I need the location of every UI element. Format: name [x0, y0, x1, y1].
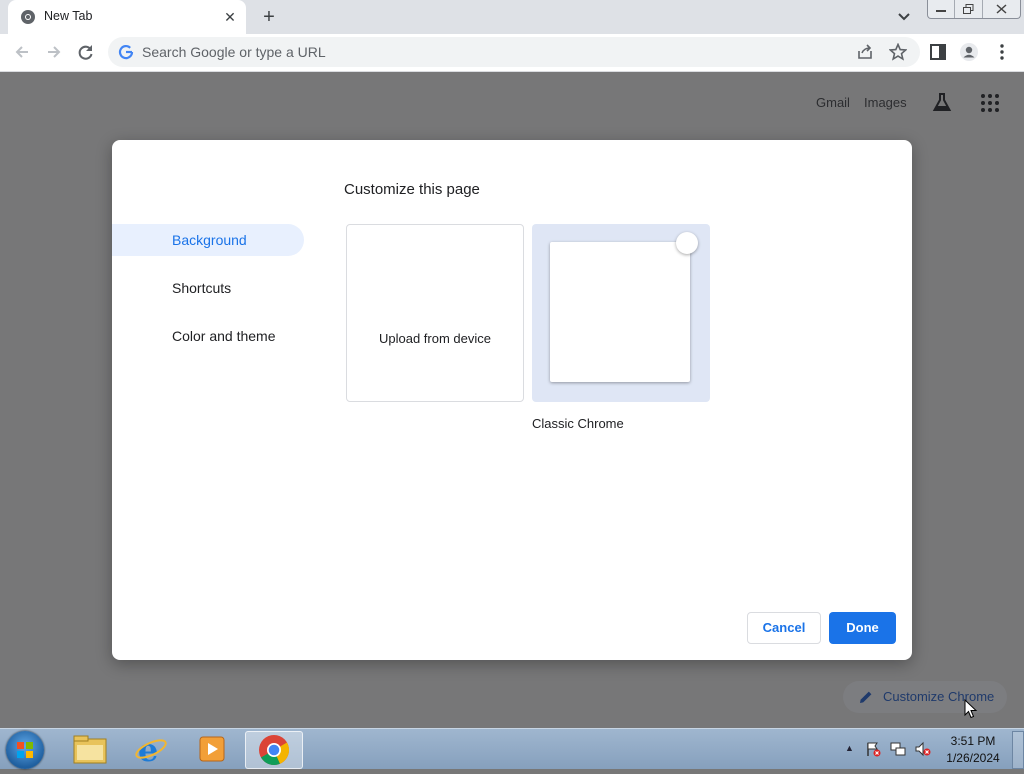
minimize-icon[interactable] [928, 0, 956, 18]
labs-flask-icon[interactable] [931, 91, 953, 113]
tab-strip: New Tab ✕ + [0, 0, 1024, 34]
classic-chrome-tile[interactable] [532, 224, 710, 402]
reload-icon[interactable] [76, 42, 96, 62]
chrome-icon [21, 10, 35, 24]
pencil-icon [860, 691, 872, 703]
nav-item-color-and-theme[interactable]: Color and theme [172, 328, 276, 344]
images-link[interactable]: Images [864, 95, 907, 110]
classic-chrome-label: Classic Chrome [532, 416, 624, 431]
plus-icon[interactable]: + [258, 6, 280, 28]
forward-icon[interactable] [44, 42, 64, 62]
mouse-cursor-icon [964, 699, 978, 719]
taskbar-internet-explorer[interactable]: e [123, 731, 179, 769]
clock-time[interactable]: 3:51 PM [940, 734, 1006, 748]
taskbar-chrome[interactable] [245, 731, 303, 769]
profile-icon[interactable] [959, 42, 979, 62]
show-desktop-button[interactable] [1012, 731, 1024, 769]
start-button[interactable] [6, 731, 44, 769]
taskbar-windows-explorer[interactable] [62, 731, 118, 767]
taskbar-media-player[interactable] [184, 731, 240, 767]
google-g-icon [118, 45, 134, 60]
selected-check-icon [676, 232, 698, 254]
side-panel-icon[interactable] [928, 42, 948, 62]
close-icon[interactable]: ✕ [222, 9, 238, 25]
chrome-icon [259, 735, 290, 766]
star-icon[interactable] [889, 43, 907, 61]
upload-from-device-tile[interactable]: Upload from device [346, 224, 524, 402]
apps-grid-icon[interactable] [980, 93, 1000, 113]
tab-title: New Tab [44, 9, 93, 23]
share-icon[interactable] [856, 43, 874, 61]
classic-chrome-preview [550, 242, 690, 382]
close-window-icon[interactable] [983, 0, 1020, 18]
done-button[interactable]: Done [829, 612, 896, 644]
nav-item-shortcuts[interactable]: Shortcuts [172, 280, 231, 296]
customize-chrome-button[interactable]: Customize Chrome [843, 681, 1007, 713]
customize-dialog: Customize this page Background Shortcuts… [112, 140, 912, 660]
nav-item-background[interactable]: Background [172, 232, 247, 248]
action-center-flag-icon[interactable] [865, 741, 881, 757]
show-hidden-icons[interactable]: ▲ [845, 743, 854, 753]
folder-icon [73, 735, 107, 764]
dialog-title: Customize this page [344, 181, 480, 198]
menu-icon[interactable] [992, 42, 1012, 62]
window-controls [927, 0, 1021, 19]
windows-taskbar: e ▲ 3:51 PM 1/26/2024 [0, 728, 1024, 769]
media-player-icon [199, 736, 225, 762]
tab-new-tab[interactable]: New Tab ✕ [8, 0, 246, 34]
internet-explorer-icon: e [135, 731, 167, 769]
upload-from-device-label: Upload from device [379, 331, 491, 346]
clock-date[interactable]: 1/26/2024 [940, 751, 1006, 765]
windows-logo-icon [17, 742, 33, 758]
omnibox[interactable]: Search Google or type a URL [108, 37, 920, 67]
chevron-down-icon[interactable] [894, 8, 914, 26]
browser-toolbar: Search Google or type a URL [0, 34, 1024, 72]
restore-icon[interactable] [955, 0, 983, 18]
speaker-muted-icon[interactable] [915, 741, 931, 757]
omnibox-placeholder: Search Google or type a URL [142, 44, 326, 60]
network-icon[interactable] [890, 741, 906, 757]
gmail-link[interactable]: Gmail [816, 95, 850, 110]
back-icon[interactable] [12, 42, 32, 62]
cancel-button[interactable]: Cancel [747, 612, 821, 644]
